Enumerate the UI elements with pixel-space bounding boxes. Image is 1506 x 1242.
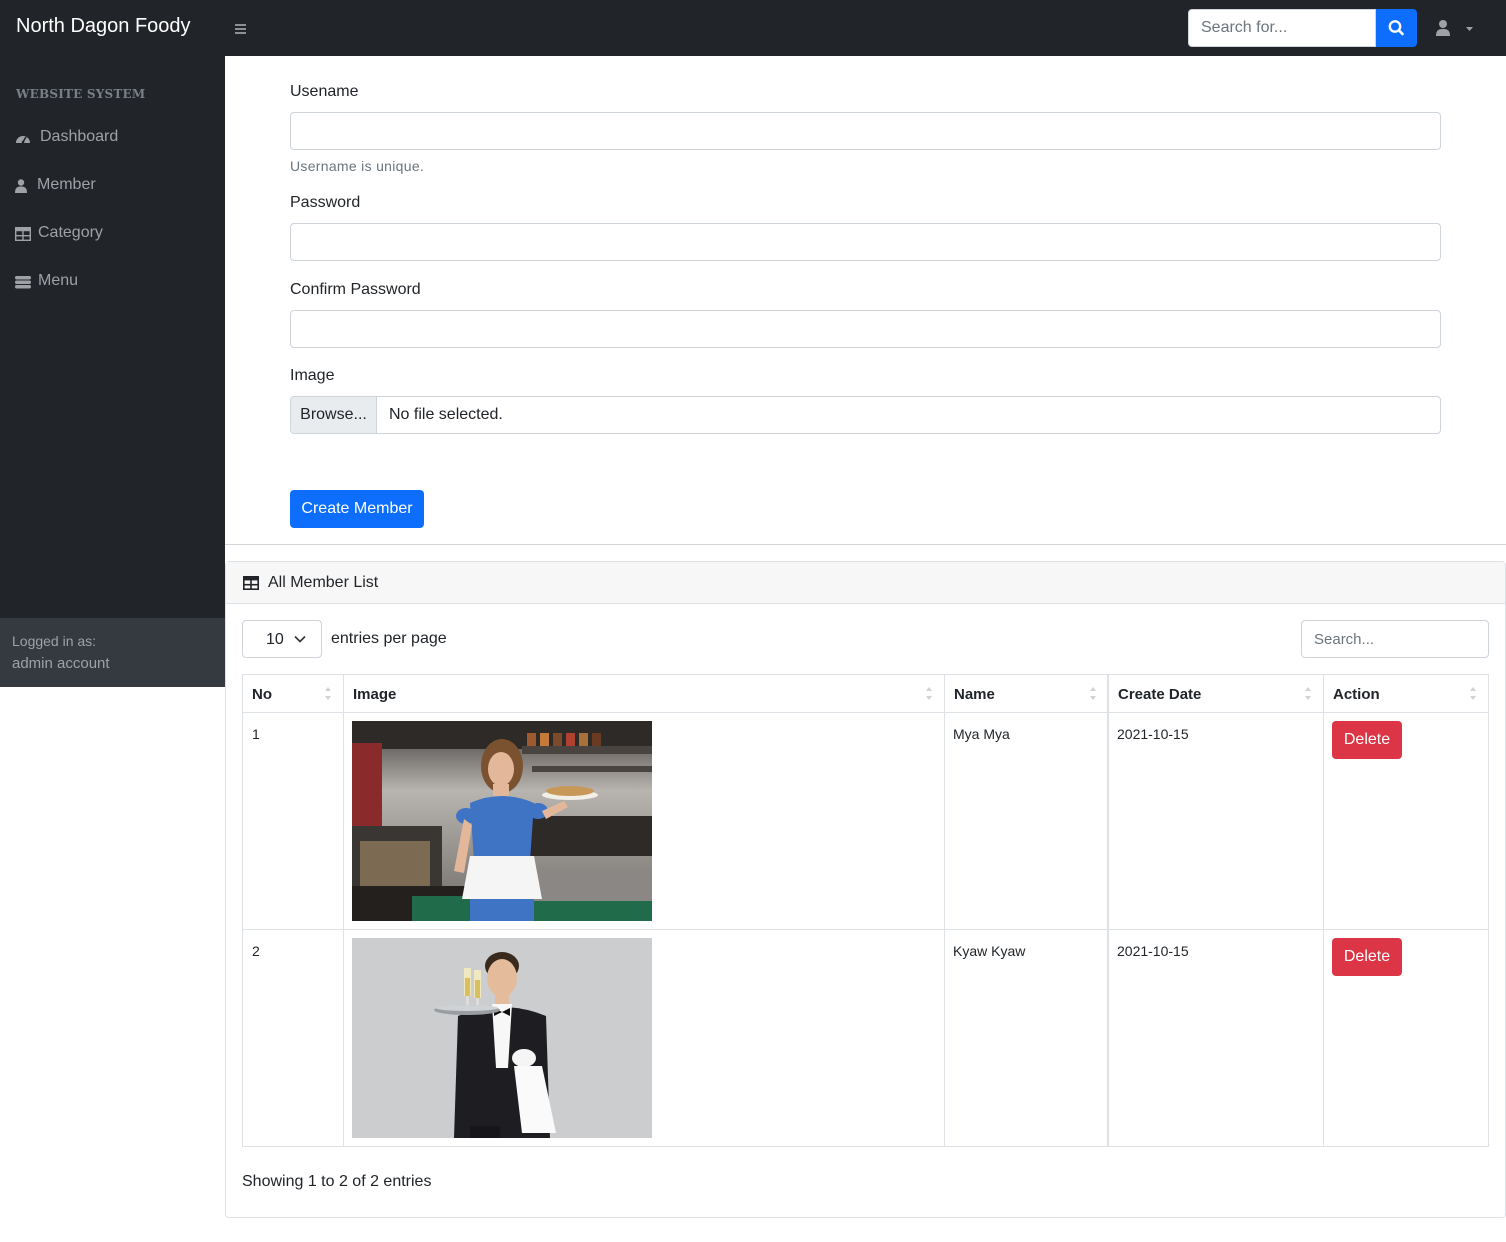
sidebar-item-dashboard[interactable]: Dashboard	[0, 118, 225, 158]
member-name: Mya Mya	[953, 726, 1010, 742]
sidebar-heading: WEBSITE SYSTEM	[16, 87, 146, 101]
file-status-text: No file selected.	[389, 406, 503, 423]
tachometer-icon	[16, 136, 30, 144]
column-header-name[interactable]: Name	[945, 675, 1109, 713]
user-icon	[15, 179, 27, 193]
sidebar: WEBSITE SYSTEM Dashboard Member Category	[0, 56, 225, 687]
row-no: 1	[252, 726, 260, 742]
sort-icon	[325, 687, 331, 701]
username-label: Usename	[290, 83, 359, 100]
column-header-create-date[interactable]: Create Date	[1109, 675, 1324, 713]
card-header: All Member List	[226, 562, 1505, 604]
card-title: All Member List	[268, 574, 379, 591]
column-label: Image	[353, 686, 397, 703]
member-name: Kyaw Kyaw	[953, 943, 1026, 959]
entries-per-page-select[interactable]: 10	[242, 620, 322, 658]
top-search-input[interactable]	[1188, 9, 1376, 47]
sidebar-item-label: Member	[37, 176, 96, 193]
column-label: Create Date	[1118, 686, 1202, 703]
top-search-button[interactable]	[1376, 9, 1417, 47]
column-label: No	[252, 686, 272, 703]
caret-down-icon	[1466, 27, 1473, 31]
browse-button[interactable]: Browse...	[291, 397, 377, 433]
confirm-password-label: Confirm Password	[290, 281, 421, 298]
sidebar-footer: Logged in as: admin account	[0, 618, 225, 687]
sort-icon	[1090, 687, 1096, 701]
member-table: No Image Name Create Date Action 1 Mya M…	[242, 674, 1489, 1147]
confirm-password-input[interactable]	[290, 310, 1441, 348]
user-icon	[1436, 20, 1473, 36]
sidebar-item-label: Menu	[38, 272, 79, 289]
table-info-text: Showing 1 to 2 of 2 entries	[242, 1173, 432, 1190]
column-label: Name	[954, 686, 995, 703]
member-photo-waiter	[352, 938, 652, 1138]
sidebar-item-member[interactable]: Member	[0, 166, 225, 206]
password-label: Password	[290, 194, 361, 211]
sort-icon	[1470, 687, 1476, 701]
brand-title[interactable]: North Dagon Foody	[16, 15, 191, 38]
sidebar-toggle-icon[interactable]	[228, 16, 252, 40]
sidebar-item-label: Dashboard	[40, 128, 119, 145]
column-divider	[1323, 675, 1324, 1146]
table-search-input[interactable]	[1301, 620, 1489, 658]
per-page-value: 10	[266, 631, 284, 648]
table-icon	[15, 227, 31, 241]
column-divider	[944, 675, 945, 1146]
delete-button[interactable]: Delete	[1332, 938, 1402, 976]
row-divider	[243, 929, 1488, 930]
section-divider	[225, 544, 1506, 545]
logged-in-label: Logged in as:	[12, 633, 97, 649]
table-icon	[243, 576, 259, 590]
row-no: 2	[252, 943, 260, 959]
create-date: 2021-10-15	[1117, 943, 1189, 959]
search-icon	[1388, 20, 1404, 36]
sort-icon	[926, 687, 932, 701]
sidebar-item-category[interactable]: Category	[0, 214, 225, 254]
create-member-button[interactable]: Create Member	[290, 490, 424, 528]
sidebar-item-label: Category	[38, 224, 103, 241]
column-header-image[interactable]: Image	[344, 675, 945, 713]
column-label: Action	[1333, 686, 1380, 703]
column-divider	[1107, 675, 1109, 1146]
logged-in-user: admin account	[12, 655, 110, 672]
create-date: 2021-10-15	[1117, 726, 1189, 742]
user-menu-dropdown[interactable]	[1436, 16, 1476, 40]
chevron-down-icon	[294, 635, 306, 643]
username-help-text: Username is unique.	[290, 158, 425, 174]
column-divider	[343, 675, 344, 1146]
sidebar-item-menu[interactable]: Menu	[0, 262, 225, 302]
column-header-action[interactable]: Action	[1324, 675, 1488, 713]
column-header-no[interactable]: No	[243, 675, 344, 713]
username-input[interactable]	[290, 112, 1441, 150]
delete-button[interactable]: Delete	[1332, 721, 1402, 759]
database-icon	[15, 276, 31, 289]
password-input[interactable]	[290, 223, 1441, 261]
per-page-label: entries per page	[331, 630, 447, 647]
sort-icon	[1305, 687, 1311, 701]
top-navbar: North Dagon Foody	[0, 0, 1506, 56]
image-label: Image	[290, 367, 335, 384]
image-file-input[interactable]: Browse... No file selected.	[290, 396, 1441, 434]
member-photo-waitress	[352, 721, 652, 921]
